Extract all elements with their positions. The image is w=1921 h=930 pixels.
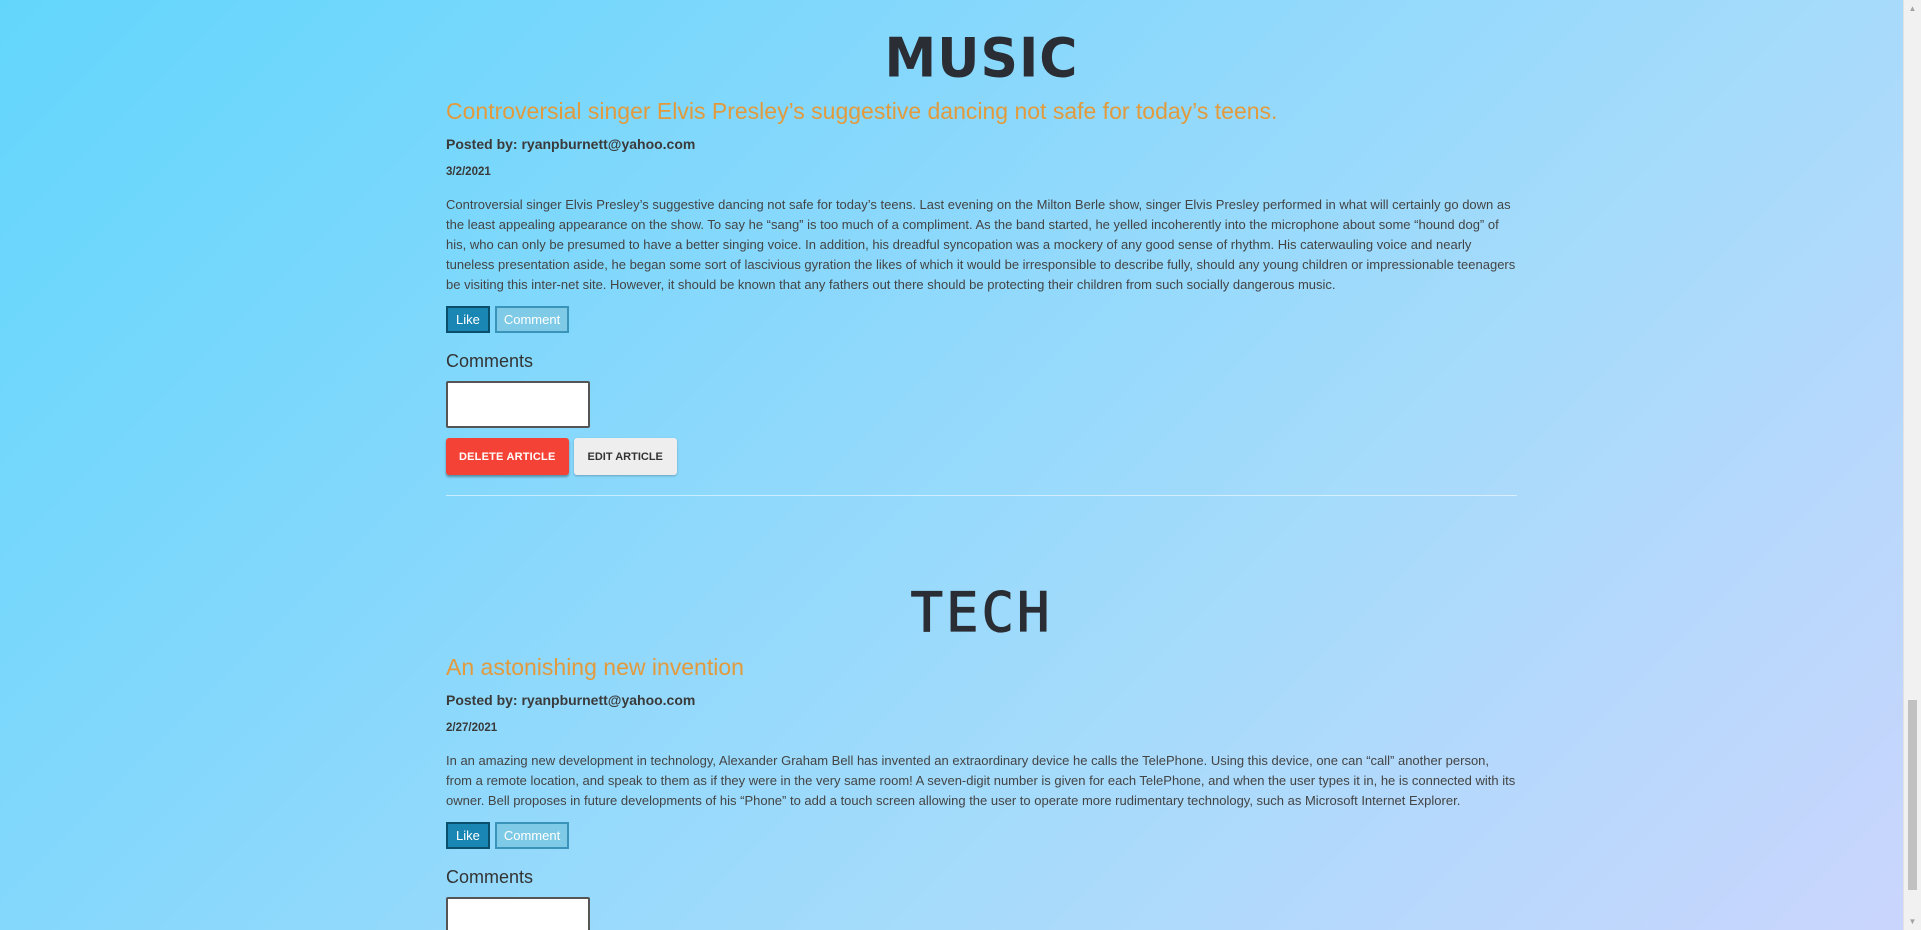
vertical-scrollbar[interactable]: ▲ ▼	[1903, 0, 1921, 930]
like-button[interactable]: Like	[446, 822, 490, 849]
article-date: 2/27/2021	[446, 722, 498, 734]
article-title: Controversial singer Elvis Presley’s sug…	[446, 98, 1278, 124]
article-card: TECH An astonishing new invention Posted…	[446, 560, 1517, 930]
category-logo-tech: TECH	[910, 581, 1053, 644]
delete-article-button[interactable]: DELETE ARTICLE	[446, 438, 569, 475]
comments-heading: Comments	[446, 351, 534, 371]
edit-article-button[interactable]: EDIT ARTICLE	[573, 438, 677, 475]
article-actions: Like Comment	[446, 306, 1517, 333]
admin-actions: DELETE ARTICLE EDIT ARTICLE	[446, 438, 1517, 475]
article-divider	[446, 495, 1517, 496]
article-title: An astonishing new invention	[446, 654, 744, 680]
article-date: 3/2/2021	[446, 166, 491, 178]
article-author: Posted by: ryanpburnett@yahoo.com	[446, 692, 696, 708]
comment-input[interactable]	[446, 381, 590, 428]
article-feed: MUSIC Controversial singer Elvis Presley…	[446, 0, 1517, 930]
scroll-down-icon[interactable]: ▼	[1904, 913, 1921, 930]
comment-button[interactable]: Comment	[494, 306, 570, 333]
scrollbar-thumb[interactable]	[1908, 700, 1917, 890]
comment-input[interactable]	[446, 897, 590, 930]
like-button[interactable]: Like	[446, 306, 490, 333]
article-actions: Like Comment	[446, 822, 1517, 849]
article-card: MUSIC Controversial singer Elvis Presley…	[446, 0, 1517, 496]
page-viewport: MUSIC Controversial singer Elvis Presley…	[0, 0, 1903, 930]
article-body: Controversial singer Elvis Presley’s sug…	[446, 197, 1516, 292]
scroll-up-icon[interactable]: ▲	[1904, 0, 1921, 17]
article-author: Posted by: ryanpburnett@yahoo.com	[446, 136, 696, 152]
comment-button[interactable]: Comment	[494, 822, 570, 849]
comments-heading: Comments	[446, 867, 534, 887]
category-logo-music: MUSIC	[884, 27, 1079, 91]
article-body: In an amazing new development in technol…	[446, 753, 1516, 808]
